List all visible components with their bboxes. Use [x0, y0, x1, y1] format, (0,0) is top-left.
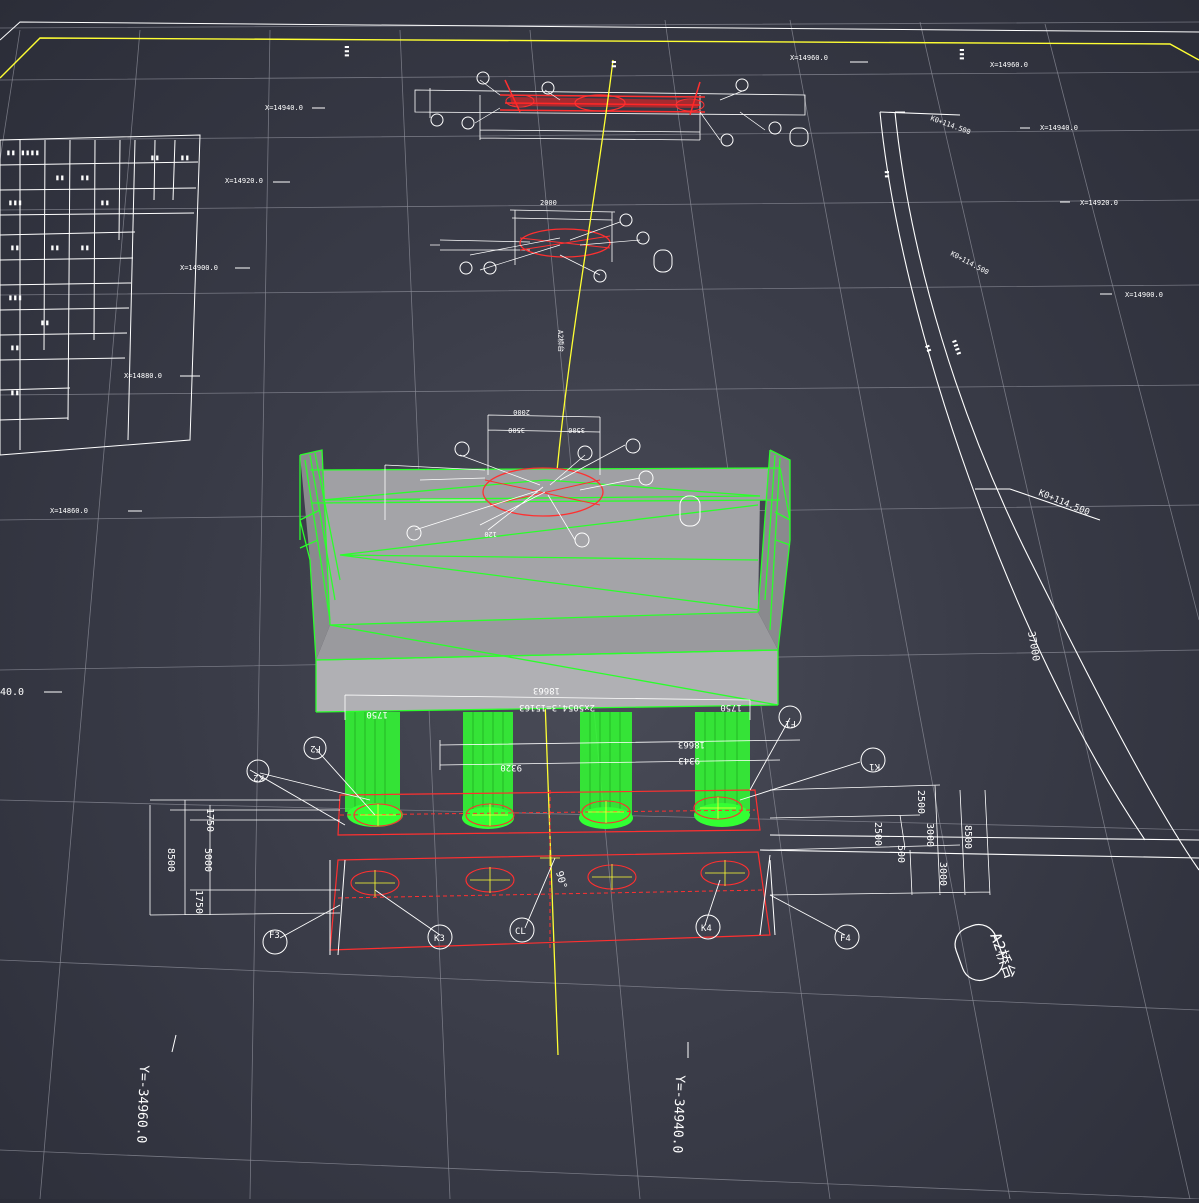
- dim-18663-top: 18663: [533, 685, 560, 695]
- svg-text:▮▮ ▮▮: ▮▮ ▮▮: [6, 148, 30, 157]
- callout-F3: F3: [262, 929, 288, 955]
- dim-2x5054: 2x5054.3=15163: [519, 702, 595, 712]
- dim-9320: 9320: [500, 762, 522, 772]
- svg-text:A2桥台: A2桥台: [556, 330, 566, 353]
- coord-y34940: Y=-34940.0: [669, 1075, 687, 1154]
- svg-text:▮▮▮: ▮▮▮: [8, 198, 22, 207]
- dim-1750-left: 1750: [366, 709, 388, 719]
- coord-x14900: X=14900.0: [180, 264, 218, 272]
- svg-text:▮▮: ▮▮: [80, 173, 90, 182]
- dim-18663-mid: 18663: [678, 739, 705, 749]
- callout-F2: F2: [303, 736, 327, 760]
- svg-text:▮▮: ▮▮: [923, 343, 933, 354]
- svg-text:▮▮: ▮▮: [180, 153, 190, 162]
- svg-text:3500: 3500: [568, 426, 585, 434]
- svg-text:▮▮: ▮▮: [10, 343, 20, 352]
- svg-text:▮▮: ▮▮: [10, 388, 20, 397]
- svg-text:X=14920.0: X=14920.0: [1080, 199, 1118, 207]
- svg-text:K0+114.500: K0+114.500: [949, 250, 990, 277]
- svg-text:▮▮▮: ▮▮▮: [343, 45, 351, 58]
- svg-text:K3: K3: [434, 934, 445, 944]
- callout-K1: K1: [860, 747, 886, 773]
- svg-text:X=14940.0: X=14940.0: [1040, 124, 1078, 132]
- callout-CL: CL: [509, 917, 535, 943]
- svg-text:▮▮: ▮▮: [55, 173, 65, 182]
- svg-text:▮▮▮: ▮▮▮: [958, 48, 966, 61]
- dim-37000: 37000: [1025, 631, 1041, 663]
- side-dimensions: [149, 784, 991, 916]
- dim-1750-v2: 1750: [193, 890, 204, 914]
- dim-500: 500: [895, 845, 906, 863]
- dim-1750-v1: 1750: [204, 808, 215, 832]
- svg-text:2000: 2000: [540, 199, 557, 207]
- svg-text:K1: K1: [869, 761, 880, 771]
- callout-K2: K2: [246, 759, 270, 783]
- coord-x14860: X=14860.0: [50, 507, 88, 515]
- dim-2500-a: 2500: [915, 790, 926, 814]
- dim-3000-b: 3000: [937, 862, 948, 886]
- abutment-name-tag: A2桥台: [954, 923, 1020, 982]
- abutment-3d-model[interactable]: [299, 449, 791, 829]
- coord-x14940: X=14940.0: [265, 104, 303, 112]
- svg-text:K0+114.500: K0+114.500: [929, 114, 971, 136]
- svg-text:X=14960.0: X=14960.0: [990, 61, 1028, 69]
- callout-F4: F4: [834, 924, 860, 950]
- y-coordinate-labels: Y=-34960.0 Y=-34940.0: [133, 1034, 689, 1154]
- svg-text:▮▮: ▮▮: [80, 243, 90, 252]
- drawing-canvas[interactable]: ▮▮ ▮▮ ▮▮▮▮ ▮▮▮▮▮▮▮ ▮▮ ▮▮ ▮▮ ▮▮▮▮▮▮▮ ▮▮▮▮ ▮▮ …: [0, 0, 1199, 1200]
- svg-text:F3: F3: [269, 931, 280, 941]
- coord-x14880: X=14880.0: [124, 372, 162, 380]
- dim-5000: 5000: [202, 848, 213, 872]
- dim-8500-left: 8500: [165, 848, 176, 872]
- svg-text:K2: K2: [253, 772, 264, 782]
- cad-3d-viewport[interactable]: ▮▮ ▮▮ ▮▮ ▮▮ ▮▮▮ ▮▮ ▮▮ ▮▮ ▮▮ ▮▮ ▮▮▮ ▮▮ ▮▮ ▮▮ ▮▮ ▮▮ …: [0, 0, 1199, 1200]
- misc-annotations: ▮▮ A2桥台 ▮▮▮ ▮▮▮ ▮▮ ▮▮▮▮ ▮▮: [343, 45, 966, 357]
- sheet-border: [0, 21, 1199, 79]
- coord-partial: 40.0: [0, 687, 24, 698]
- svg-text:120: 120: [484, 530, 497, 538]
- svg-text:▮▮: ▮▮: [30, 148, 40, 157]
- dim-9343: 9343: [678, 755, 700, 765]
- dim-90-deg: 90°: [553, 870, 568, 890]
- svg-text:▮▮: ▮▮: [150, 153, 160, 162]
- middle-plan-view: 2000: [430, 199, 673, 283]
- svg-text:F2: F2: [310, 743, 321, 753]
- svg-text:3500: 3500: [508, 426, 525, 434]
- svg-text:F4: F4: [840, 934, 851, 944]
- svg-text:▮▮▮: ▮▮▮: [8, 293, 22, 302]
- svg-text:2000: 2000: [513, 408, 530, 416]
- svg-text:F1: F1: [785, 718, 796, 728]
- svg-text:▮▮: ▮▮: [883, 170, 891, 179]
- svg-text:▮▮: ▮▮: [10, 243, 20, 252]
- dim-2500-b: 2500: [872, 822, 883, 846]
- svg-text:▮▮▮▮: ▮▮▮▮: [950, 338, 963, 357]
- dim-3000-a: 3000: [924, 823, 935, 847]
- svg-text:▮▮: ▮▮: [610, 60, 618, 68]
- station-label: K0+114.500 K0+114.500 K0+114.500: [929, 114, 1091, 518]
- dim-8500-right: 8500: [962, 825, 973, 849]
- svg-text:CL: CL: [515, 927, 526, 937]
- callout-K4: K4: [695, 914, 721, 940]
- station-k0-114: K0+114.500: [1037, 489, 1091, 519]
- coord-x14960: X=14960.0: [790, 54, 828, 62]
- callout-K3: K3: [427, 924, 453, 950]
- coord-y34960: Y=-34960.0: [133, 1065, 151, 1144]
- svg-text:▮▮: ▮▮: [50, 243, 60, 252]
- svg-text:K4: K4: [701, 924, 712, 934]
- svg-text:▮▮: ▮▮: [40, 318, 50, 327]
- road-alignment: [759, 111, 1199, 871]
- abutment-name: A2桥台: [986, 930, 1019, 981]
- svg-text:X=14900.0: X=14900.0: [1125, 291, 1163, 299]
- callout-F1: F1: [778, 705, 802, 729]
- dim-1750-right: 1750: [720, 702, 742, 712]
- svg-text:▮▮: ▮▮: [100, 198, 110, 207]
- coord-x14920: X=14920.0: [225, 177, 263, 185]
